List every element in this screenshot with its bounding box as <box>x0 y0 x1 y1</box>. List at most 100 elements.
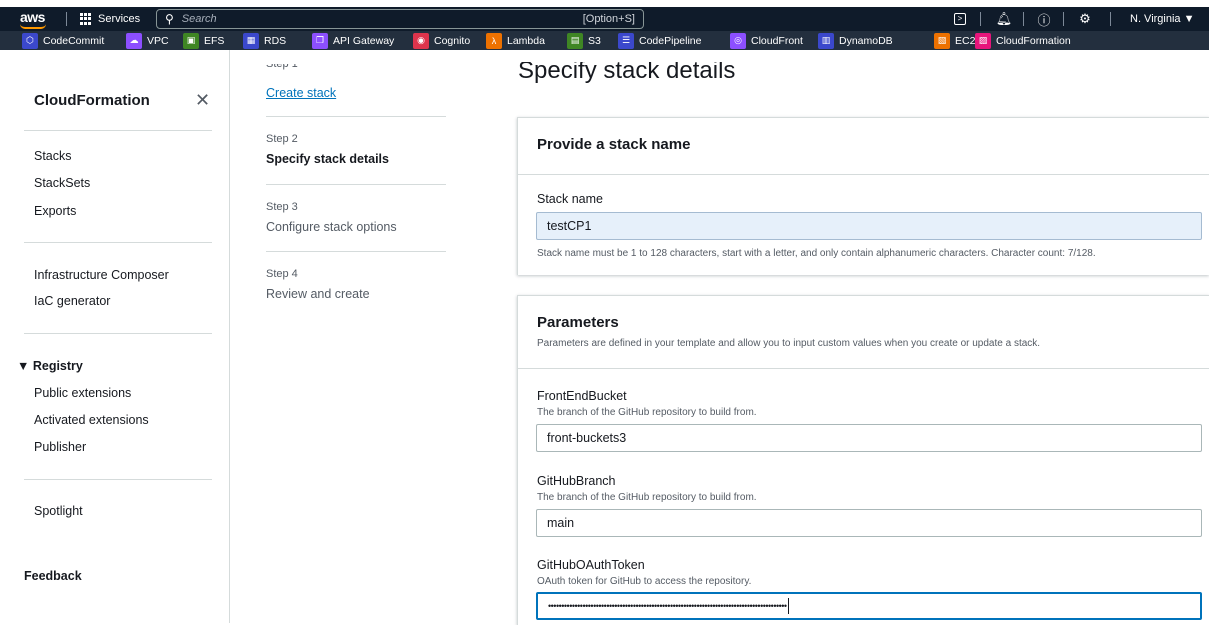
ec2-service-icon: ▧ <box>934 32 950 49</box>
favorite-label: Cognito <box>434 34 471 47</box>
stack-name-panel: Provide a stack name Stack name testCP1 … <box>517 117 1209 275</box>
cloudshell-icon[interactable]: > <box>950 9 970 29</box>
favorite-codecommit[interactable]: ⬡ CodeCommit <box>22 32 104 49</box>
sidebar-item-spotlight[interactable]: Spotlight <box>34 504 83 518</box>
sidebar: CloudFormation ✕ Stacks StackSets Export… <box>0 50 230 623</box>
divider <box>24 130 212 131</box>
divider <box>1063 12 1064 26</box>
favorite-ec2[interactable]: ▧ EC2 <box>934 32 975 49</box>
divider <box>24 479 212 480</box>
favorite-codepipeline[interactable]: ☰ CodePipeline <box>618 32 701 49</box>
page-title: Specify stack details <box>518 57 736 84</box>
sidebar-item-feedback[interactable]: Feedback <box>24 569 82 583</box>
step-4-label: Step 4 <box>266 268 298 280</box>
param-githubbranch-input[interactable]: main <box>536 509 1202 537</box>
favorite-label: EC2 <box>955 34 976 47</box>
cognito-service-icon: ◉ <box>413 32 429 49</box>
stack-name-value: testCP1 <box>547 219 592 233</box>
sidebar-item-stacksets[interactable]: StackSets <box>34 176 90 190</box>
favorite-label: API Gateway <box>333 34 395 47</box>
divider <box>24 242 212 243</box>
stack-name-constraint: Stack name must be 1 to 128 characters, … <box>537 248 1096 259</box>
sidebar-item-infrastructure-composer[interactable]: Infrastructure Composer <box>34 268 169 282</box>
efs-service-icon: ▣ <box>183 32 199 49</box>
codepipeline-service-icon: ☰ <box>618 32 634 49</box>
param-frontendbucket-input[interactable]: front-buckets3 <box>536 424 1202 452</box>
favorite-vpc[interactable]: ☁ VPC <box>126 32 169 49</box>
help-icon[interactable]: ⓘ <box>1034 9 1054 29</box>
favorite-cloudformation[interactable]: ▨ CloudFormation <box>975 32 1071 49</box>
step-3-name: Configure stack options <box>266 220 397 234</box>
divider <box>980 12 981 26</box>
search-input[interactable]: ⚲ Search [Option+S] <box>156 9 644 29</box>
sidebar-item-iac-generator[interactable]: IaC generator <box>34 294 110 308</box>
step-4-name: Review and create <box>266 287 370 301</box>
s3-service-icon: ▤ <box>567 32 583 49</box>
cloudformation-service-icon: ▨ <box>975 32 991 49</box>
favorites-bar: ⬡ CodeCommit ☁ VPC ▣ EFS ▦ RDS ❐ API Gateway ◉ Cogn… <box>0 31 1209 50</box>
text-caret <box>787 598 789 614</box>
divider <box>1110 12 1111 26</box>
favorite-label: CloudFormation <box>996 34 1071 47</box>
sidebar-section-registry[interactable]: ▼ Registry <box>17 359 83 373</box>
codecommit-service-icon: ⬡ <box>22 32 38 49</box>
divider <box>266 251 446 252</box>
favorite-label: Lambda <box>507 34 545 47</box>
search-placeholder: Search <box>181 13 217 25</box>
favorite-cognito[interactable]: ◉ Cognito <box>413 32 470 49</box>
global-header: aws Services ⚲ Search [Option+S] > 🔔︎ ⓘ … <box>0 7 1209 31</box>
sidebar-title[interactable]: CloudFormation <box>34 92 150 109</box>
dynamodb-service-icon: ▥ <box>818 32 834 49</box>
favorite-lambda[interactable]: λ Lambda <box>486 32 545 49</box>
favorite-label: RDS <box>264 34 287 47</box>
favorite-label: VPC <box>147 34 169 47</box>
aws-logo[interactable]: aws <box>20 9 45 25</box>
step-2-name: Specify stack details <box>266 152 389 166</box>
rds-service-icon: ▦ <box>243 32 259 49</box>
panel-heading: Provide a stack name <box>537 136 691 153</box>
stack-name-input[interactable]: testCP1 <box>536 212 1202 240</box>
api-gateway-service-icon: ❐ <box>312 32 328 49</box>
param-githuboauthtoken-value: ••••••••••••••••••••••••••••••••••••••••… <box>548 601 787 611</box>
search-icon: ⚲ <box>165 12 174 26</box>
close-icon[interactable]: ✕ <box>195 90 210 111</box>
favorite-rds[interactable]: ▦ RDS <box>243 32 286 49</box>
favorite-efs[interactable]: ▣ EFS <box>183 32 224 49</box>
step-3-label: Step 3 <box>266 201 298 213</box>
divider <box>266 116 446 117</box>
services-menu-button[interactable]: Services <box>80 10 140 28</box>
step-1-create-stack-link[interactable]: Create stack <box>266 86 336 100</box>
param-frontendbucket-hint: The branch of the GitHub repository to b… <box>537 407 757 418</box>
bell-icon[interactable]: 🔔︎ <box>994 9 1014 29</box>
param-githuboauthtoken-hint: OAuth token for GitHub to access the rep… <box>537 576 752 587</box>
sidebar-item-activated-extensions[interactable]: Activated extensions <box>34 413 149 427</box>
parameters-heading: Parameters <box>537 314 619 331</box>
region-selector[interactable]: N. Virginia ▼ <box>1130 13 1195 25</box>
gear-icon[interactable]: ⚙ <box>1075 9 1095 29</box>
favorite-cloudfront[interactable]: ◎ CloudFront <box>730 32 803 49</box>
param-githuboauthtoken-label: GitHubOAuthToken <box>537 558 645 572</box>
sidebar-item-public-extensions[interactable]: Public extensions <box>34 386 131 400</box>
favorite-api-gateway[interactable]: ❐ API Gateway <box>312 32 394 49</box>
favorite-label: CodePipeline <box>639 34 702 47</box>
param-githuboauthtoken-input[interactable]: ••••••••••••••••••••••••••••••••••••••••… <box>536 592 1202 620</box>
panel-header: Parameters Parameters are defined in you… <box>518 296 1209 369</box>
step-1-label: Step 1 <box>266 64 298 70</box>
sidebar-item-stacks[interactable]: Stacks <box>34 149 72 163</box>
panel-header: Provide a stack name <box>518 118 1209 175</box>
lambda-service-icon: λ <box>486 32 502 49</box>
param-frontendbucket-label: FrontEndBucket <box>537 389 627 403</box>
param-githubbranch-value: main <box>547 516 575 530</box>
favorite-dynamodb[interactable]: ▥ DynamoDB <box>818 32 893 49</box>
divider <box>1023 12 1024 26</box>
favorite-s3[interactable]: ▤ S3 <box>567 32 601 49</box>
divider <box>266 184 446 185</box>
sidebar-item-publisher[interactable]: Publisher <box>34 440 86 454</box>
top-edge <box>0 0 1209 7</box>
favorite-label: S3 <box>588 34 601 47</box>
param-frontendbucket-value: front-buckets3 <box>547 431 627 445</box>
param-githubbranch-hint: The branch of the GitHub repository to b… <box>537 492 757 503</box>
sidebar-item-exports[interactable]: Exports <box>34 204 76 218</box>
aws-logo-smile-icon <box>20 24 46 29</box>
stack-name-label: Stack name <box>537 192 604 206</box>
